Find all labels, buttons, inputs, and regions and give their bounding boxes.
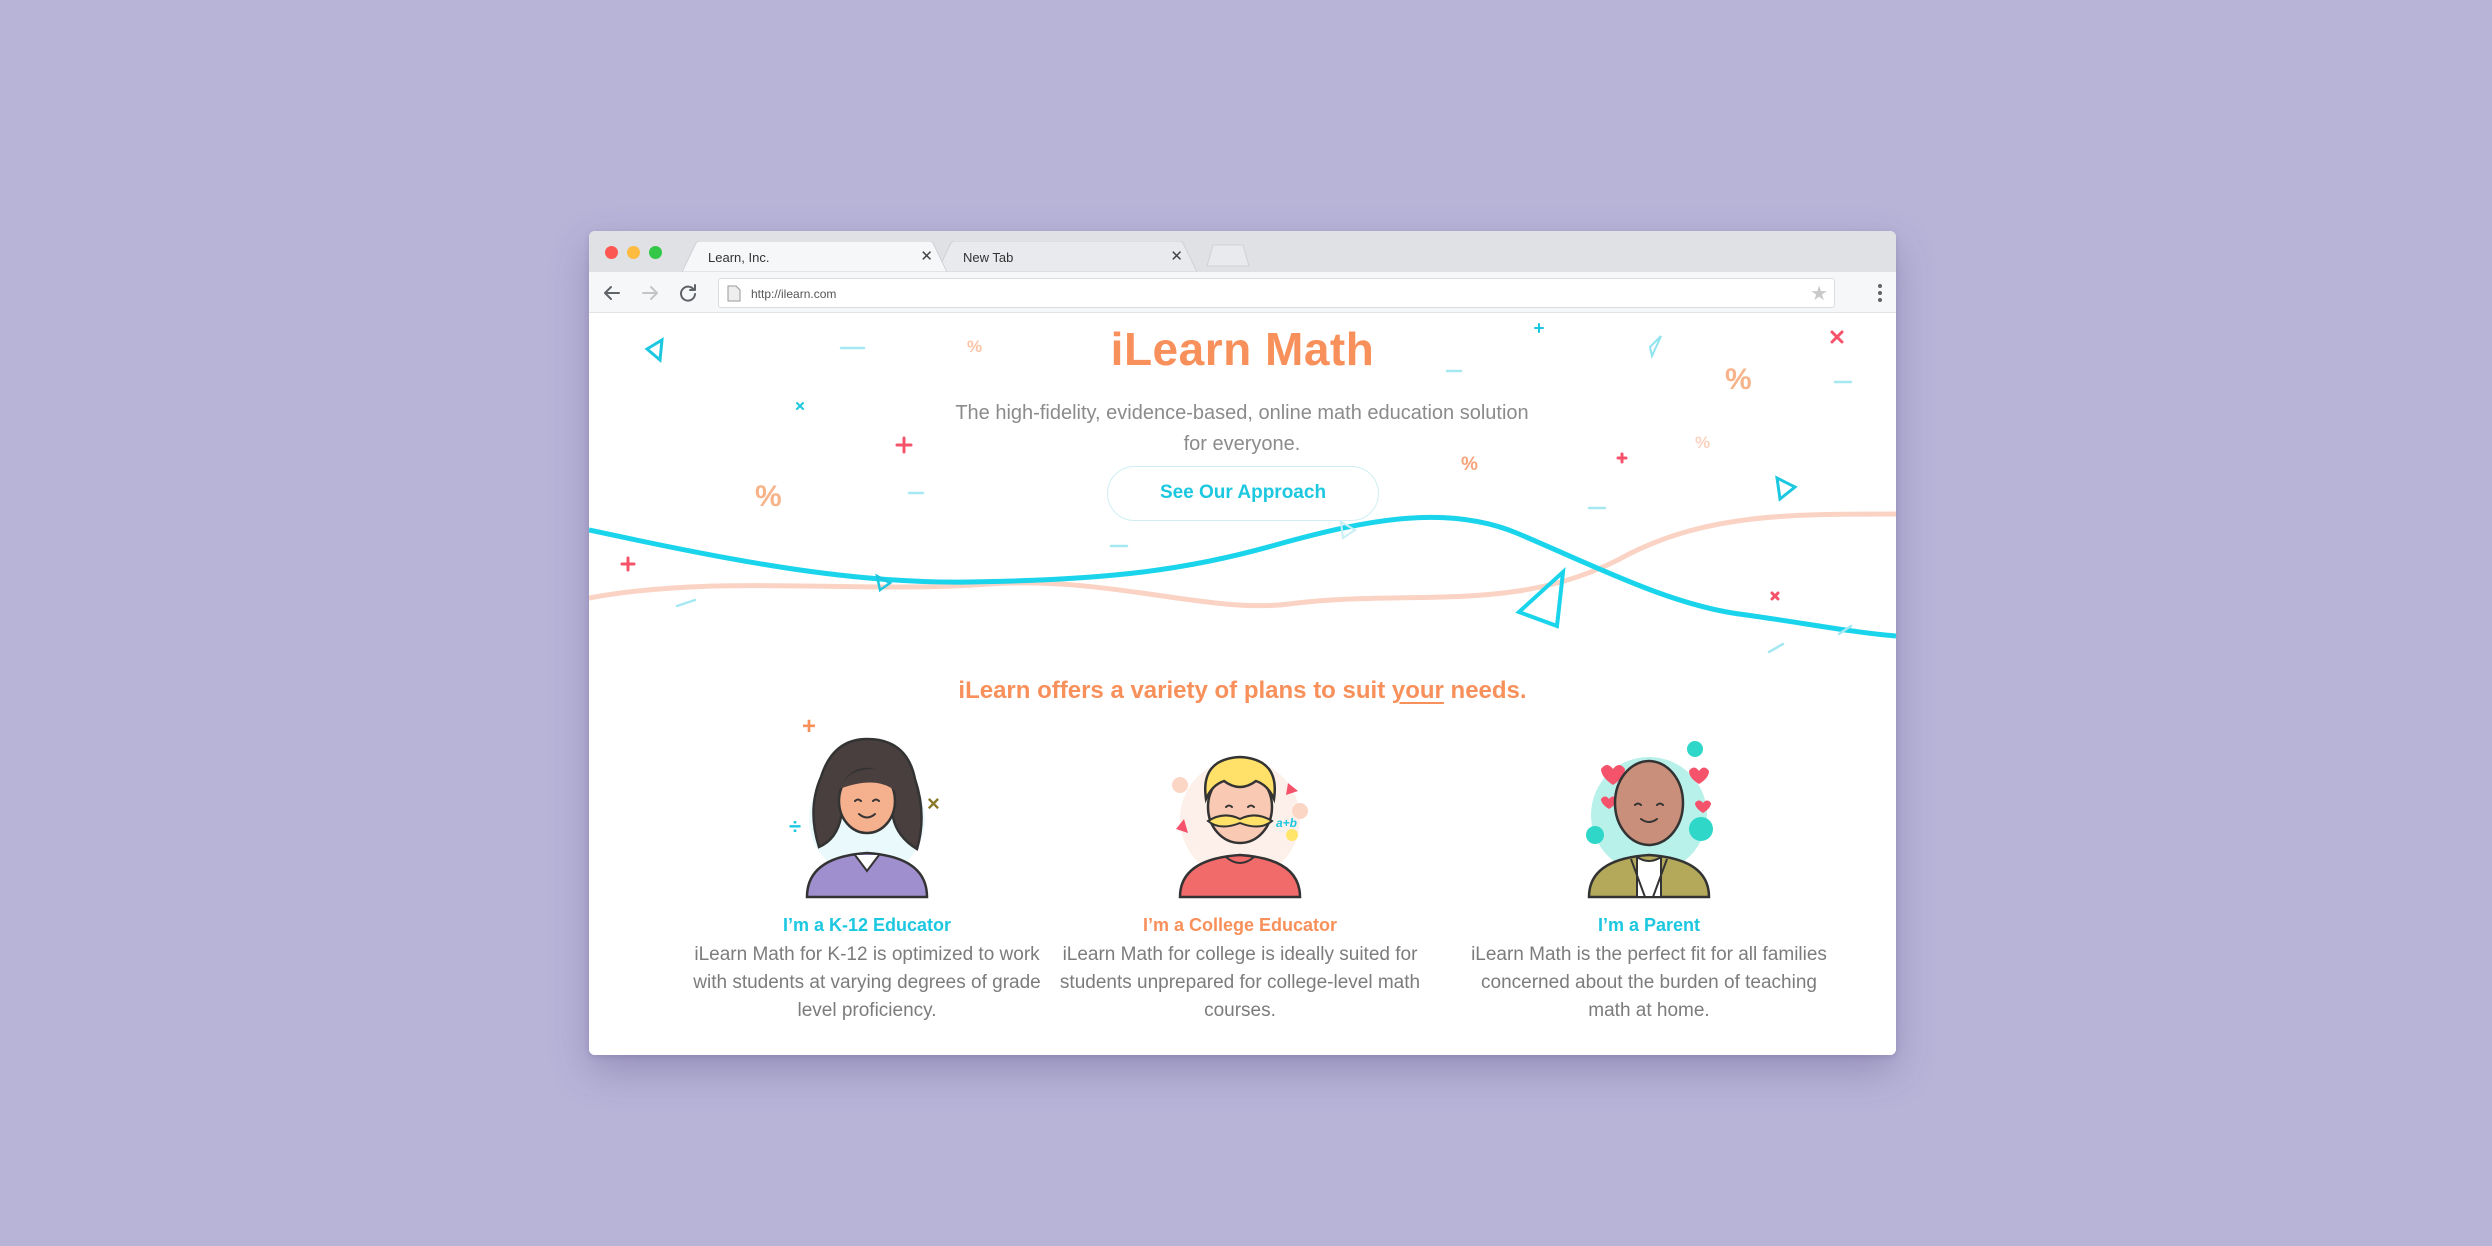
plan-card-title: I’m a Parent [1597, 915, 1701, 935]
tab-label: Learn, Inc. [708, 250, 770, 265]
plans-heading-emphasis: your [1391, 677, 1444, 704]
plan-card-description: iLearn Math for K-12 is optimized to wor… [693, 944, 1041, 1021]
tab-learn-inc[interactable]: Learn, Inc. ✕ [682, 241, 947, 272]
maximize-window-button[interactable] [649, 246, 662, 259]
svg-text:×: × [927, 791, 940, 816]
hero-subtitle: The high-fidelity, evidence-based, onlin… [955, 402, 1529, 455]
svg-text:÷: ÷ [789, 814, 801, 839]
triangle-decor [1775, 475, 1798, 502]
browser-window: New Tab ✕ Learn, Inc. ✕ http://ilearn.co… [589, 231, 1896, 1055]
plans-heading: iLearn offers a variety of plans to suit… [589, 677, 1896, 705]
reload-icon[interactable] [675, 280, 701, 306]
plan-card-title: I’m a K-12 Educator [782, 915, 952, 935]
k12-educator-avatar-icon: + ÷ × [789, 719, 940, 899]
close-window-button[interactable] [605, 246, 618, 259]
minimize-window-button[interactable] [627, 246, 640, 259]
close-tab-icon[interactable]: ✕ [1170, 247, 1183, 265]
tab-label: New Tab [963, 250, 1014, 265]
times-decor [796, 402, 804, 410]
new-tab-icon [1206, 244, 1250, 267]
cyan-wave [589, 514, 1896, 639]
triangle-decor [1515, 566, 1566, 629]
hero-title: iLearn Math [1110, 323, 1375, 375]
parent-avatar-icon [1586, 741, 1713, 899]
forward-arrow-icon[interactable] [637, 280, 663, 306]
plan-card-title: I’m a College Educator [1142, 915, 1338, 935]
plans-heading-text: iLearn offers a variety of plans to suit [958, 677, 1392, 704]
peach-wave [589, 511, 1896, 609]
url-text: http://ilearn.com [751, 287, 837, 301]
bookmark-star-icon[interactable]: ★ [1810, 282, 1828, 304]
page-content: % % % % % iLearn Math The high-fidelity,… [589, 314, 1896, 1055]
tab-bar: New Tab ✕ Learn, Inc. ✕ [589, 231, 1896, 272]
more-menu-icon[interactable] [1876, 281, 1884, 305]
plan-card-description: iLearn Math for college is ideally suite… [1059, 944, 1421, 1021]
back-arrow-icon[interactable] [599, 280, 625, 306]
new-tab-button[interactable] [1205, 241, 1251, 272]
see-our-approach-button[interactable]: See Our Approach [1107, 466, 1379, 521]
close-tab-icon[interactable]: ✕ [920, 247, 933, 265]
svg-text:%: % [755, 480, 782, 513]
browser-toolbar: http://ilearn.com ★ [589, 272, 1896, 313]
svg-text:+: + [802, 719, 816, 740]
address-bar[interactable]: http://ilearn.com ★ [718, 278, 1835, 308]
page-icon [727, 285, 741, 302]
svg-text:a+b: a+b [1276, 816, 1297, 830]
college-educator-avatar-icon: a+b [1172, 755, 1308, 899]
tab-new-tab[interactable]: New Tab ✕ [937, 241, 1197, 272]
plans-heading-text: needs. [1443, 677, 1527, 704]
plan-card-description: iLearn Math is the perfect fit for all f… [1471, 944, 1827, 1021]
svg-text:%: % [1695, 433, 1710, 452]
